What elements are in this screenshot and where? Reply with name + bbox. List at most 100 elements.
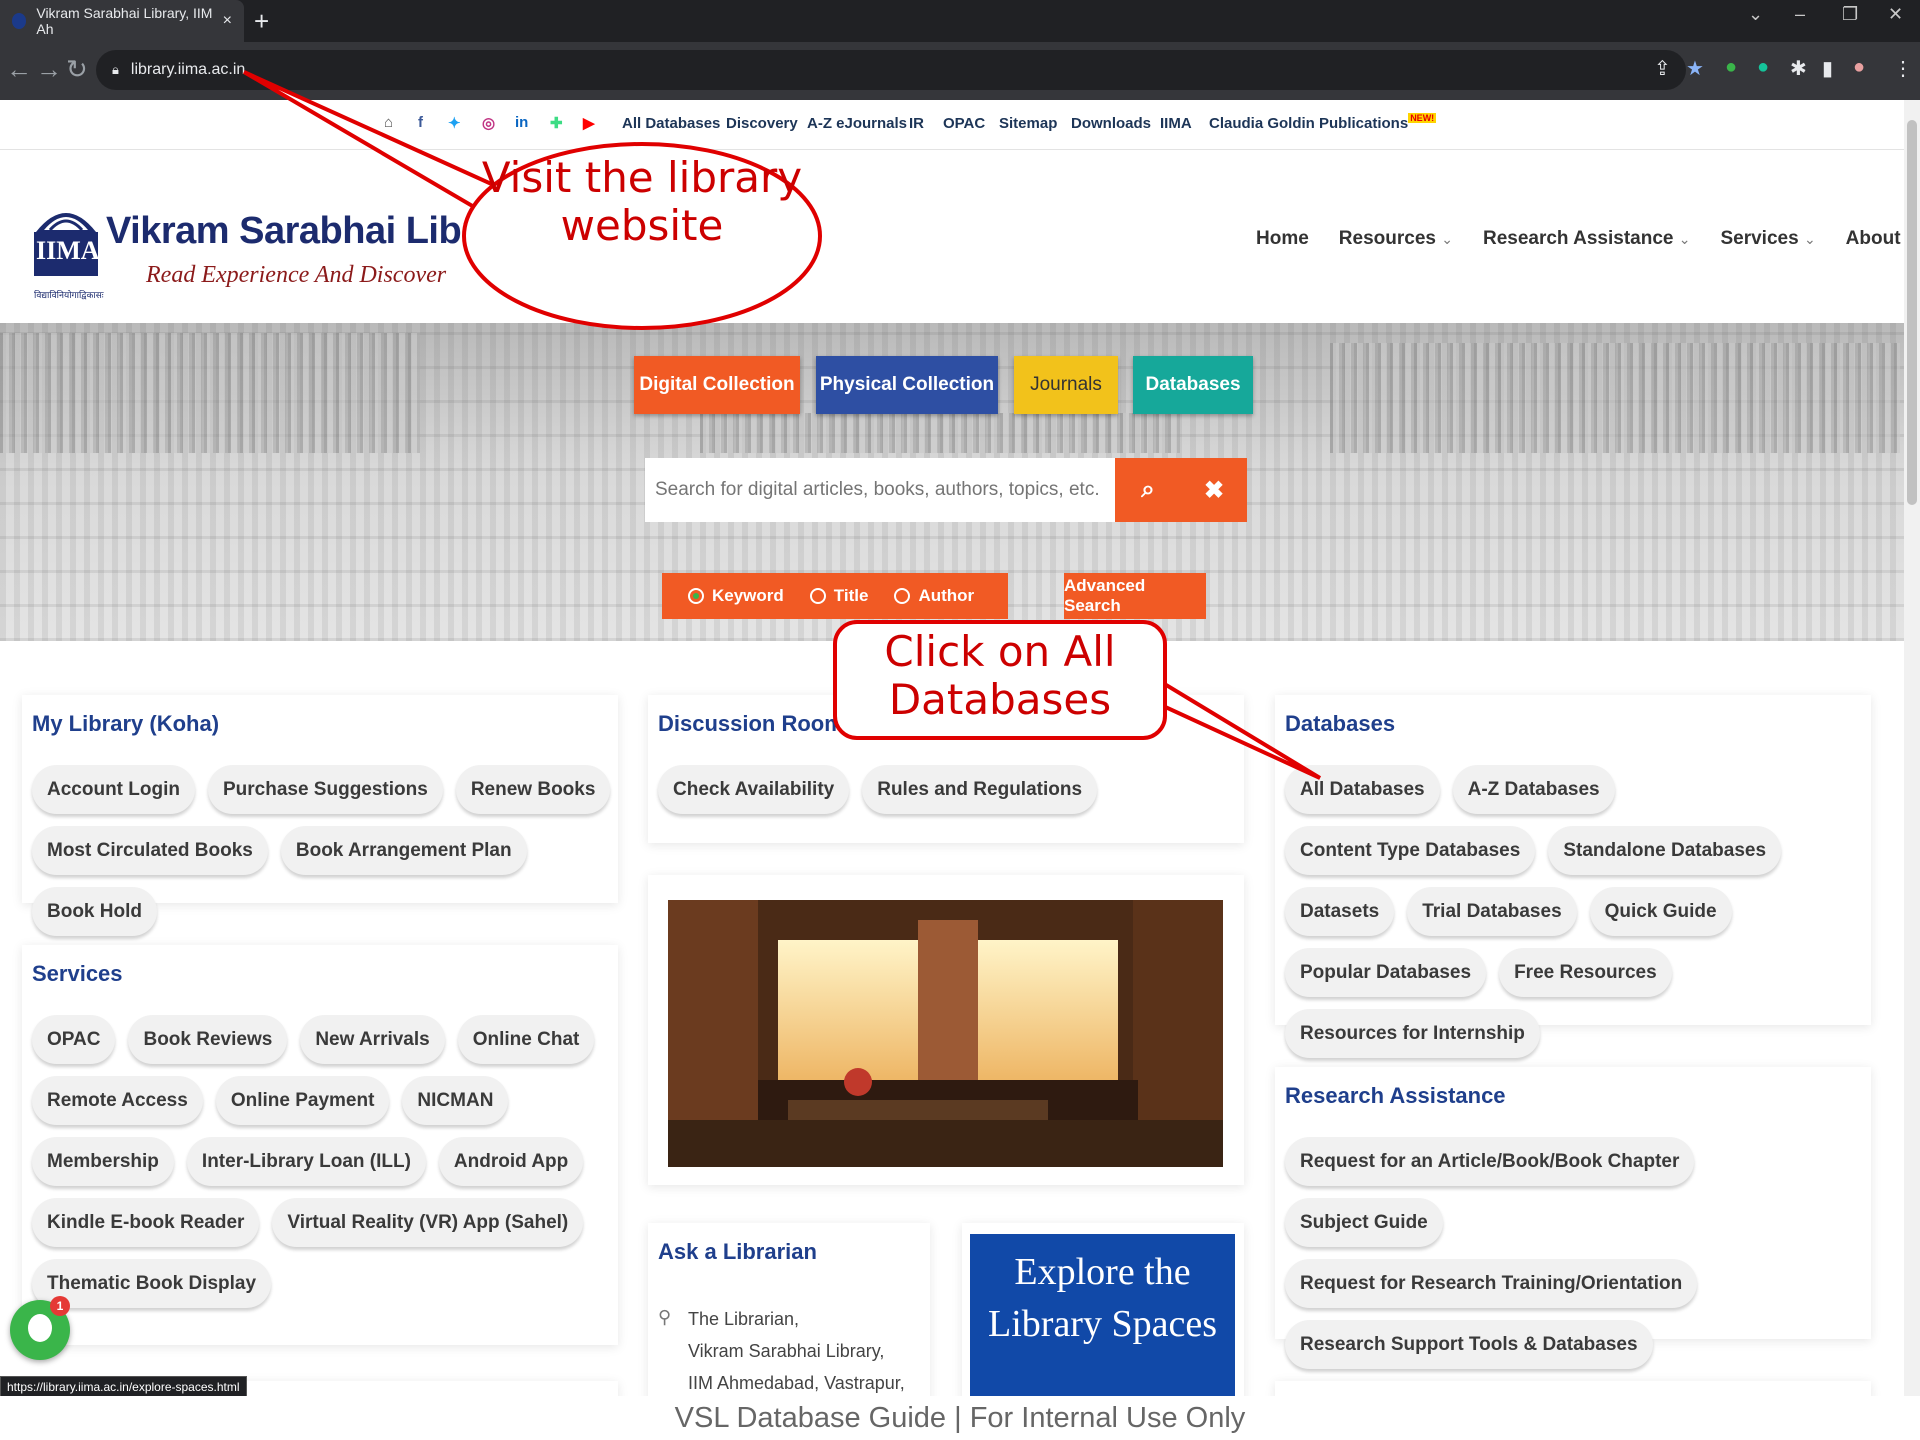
chip-check-availability[interactable]: Check Availability	[658, 765, 850, 814]
chip-online-chat[interactable]: Online Chat	[457, 1015, 595, 1064]
toplink-ir[interactable]: IR	[909, 115, 924, 132]
radio-author[interactable]: Author	[894, 586, 974, 606]
radio-keyword[interactable]: Keyword	[688, 586, 784, 606]
chip-standalone-databases[interactable]: Standalone Databases	[1548, 826, 1782, 875]
close-window-button[interactable]: ✕	[1888, 4, 1903, 25]
search-input[interactable]	[655, 479, 1115, 501]
chip-all-databases[interactable]: All Databases	[1285, 765, 1440, 814]
chip-new-arrivals[interactable]: New Arrivals	[300, 1015, 445, 1064]
toplink-claudia-goldin[interactable]: Claudia Goldin Publications NEW!	[1209, 113, 1437, 132]
toplink-downloads[interactable]: Downloads	[1071, 115, 1151, 132]
reload-icon[interactable]: ↻	[66, 54, 88, 85]
toplink-az-ejournals[interactable]: A-Z eJournals	[807, 115, 907, 132]
back-icon[interactable]: ←	[6, 54, 32, 85]
toplink-all-databases[interactable]: All Databases	[622, 115, 720, 132]
chip-quick-guide[interactable]: Quick Guide	[1589, 887, 1732, 936]
chip-content-type-databases[interactable]: Content Type Databases	[1285, 826, 1536, 875]
chip-online-payment[interactable]: Online Payment	[215, 1076, 390, 1125]
nav-resources[interactable]: Resources ⌄	[1339, 228, 1453, 250]
chip-free-resources[interactable]: Free Resources	[1499, 948, 1672, 997]
chip-subject-guide[interactable]: Subject Guide	[1285, 1198, 1443, 1247]
radio-selected-icon	[688, 588, 704, 604]
share-icon[interactable]: ⇪	[1654, 56, 1671, 81]
chip-datasets[interactable]: Datasets	[1285, 887, 1395, 936]
twitter-icon[interactable]: ✦	[448, 114, 461, 132]
nav-services-label: Services	[1720, 228, 1799, 249]
chip-popular-databases[interactable]: Popular Databases	[1285, 948, 1487, 997]
radio-author-label: Author	[918, 586, 975, 605]
linkedin-icon[interactable]: in	[515, 114, 528, 131]
chip-renew-books[interactable]: Renew Books	[455, 765, 611, 814]
profile-avatar[interactable]: ●	[1853, 56, 1865, 79]
chevron-down-icon: ⌄	[1441, 231, 1453, 247]
chip-book-hold[interactable]: Book Hold	[32, 887, 157, 936]
chip-research-support-tools[interactable]: Research Support Tools & Databases	[1285, 1320, 1653, 1369]
clear-search-button[interactable]: ✖	[1181, 458, 1247, 522]
chip-vr-app-sahel[interactable]: Virtual Reality (VR) App (Sahel)	[272, 1198, 584, 1247]
chip-research-training[interactable]: Request for Research Training/Orientatio…	[1285, 1259, 1698, 1308]
databases-button[interactable]: Databases	[1133, 356, 1253, 414]
chip-nicman[interactable]: NICMAN	[402, 1076, 509, 1125]
chip-opac[interactable]: OPAC	[32, 1015, 116, 1064]
page-scrollbar[interactable]	[1904, 100, 1920, 1396]
chip-az-databases[interactable]: A-Z Databases	[1452, 765, 1615, 814]
radio-title[interactable]: Title	[809, 586, 868, 606]
iima-emblem-icon	[34, 213, 98, 276]
databases-card: Databases All Databases A-Z Databases Co…	[1275, 695, 1871, 1058]
chip-most-circulated-books[interactable]: Most Circulated Books	[32, 826, 268, 875]
scrollbar-thumb[interactable]	[1907, 120, 1917, 505]
digital-collection-button[interactable]: Digital Collection	[634, 356, 800, 414]
chip-book-reviews[interactable]: Book Reviews	[128, 1015, 288, 1064]
address-bar[interactable]: 🔒︎ library.iima.ac.in	[96, 50, 1686, 90]
menu-kebab-icon[interactable]: ⋮	[1893, 56, 1913, 81]
databases-title: Databases	[1285, 711, 1396, 736]
hero-bookshelf-image	[1330, 343, 1900, 453]
person-icon: ⚲	[658, 1307, 672, 1327]
instagram-icon[interactable]: ◎	[482, 114, 495, 132]
advanced-search-button[interactable]: Advanced Search	[1064, 573, 1206, 619]
home-social-icon[interactable]: ⌂	[384, 114, 393, 131]
nav-about[interactable]: About ⌄	[1846, 228, 1904, 250]
minimize-button[interactable]: –	[1795, 4, 1805, 25]
maximize-button[interactable]: ❐	[1842, 4, 1858, 25]
chip-account-login[interactable]: Account Login	[32, 765, 195, 814]
guide-footer-caption: VSL Database Guide | For Internal Use On…	[0, 1396, 1920, 1440]
chip-rules-and-regulations[interactable]: Rules and Regulations	[862, 765, 1098, 814]
side-panel-icon[interactable]: ▮	[1822, 56, 1833, 81]
forward-icon[interactable]: →	[36, 54, 62, 85]
grammarly-icon[interactable]: ●	[1757, 56, 1769, 79]
chip-inter-library-loan[interactable]: Inter-Library Loan (ILL)	[186, 1137, 426, 1186]
bookmark-star-icon[interactable]: ★	[1686, 56, 1704, 81]
nav-research-assistance[interactable]: Research Assistance ⌄	[1483, 228, 1690, 250]
chip-book-arrangement-plan[interactable]: Book Arrangement Plan	[280, 826, 527, 875]
extension-icon[interactable]: ●	[1725, 56, 1737, 79]
new-tab-button[interactable]: +	[254, 6, 269, 37]
status-bar-url: https://library.iima.ac.in/explore-space…	[0, 1376, 247, 1398]
chip-resources-for-internship[interactable]: Resources for Internship	[1285, 1009, 1540, 1058]
toplink-discovery[interactable]: Discovery	[726, 115, 798, 132]
nav-home[interactable]: Home	[1256, 228, 1309, 250]
chip-android-app[interactable]: Android App	[438, 1137, 584, 1186]
journals-button[interactable]: Journals	[1014, 356, 1118, 414]
chip-purchase-suggestions[interactable]: Purchase Suggestions	[207, 765, 443, 814]
search-button[interactable]: ⌕	[1115, 458, 1181, 522]
android-icon[interactable]: ✚	[550, 114, 563, 132]
facebook-icon[interactable]: f	[418, 114, 423, 131]
library-reading-room-photo[interactable]	[668, 900, 1223, 1167]
extensions-puzzle-icon[interactable]: ✱	[1790, 56, 1807, 81]
toplink-opac[interactable]: OPAC	[943, 115, 985, 132]
explore-library-spaces-banner[interactable]: Explore the Library Spaces	[970, 1234, 1235, 1396]
chip-remote-access[interactable]: Remote Access	[32, 1076, 203, 1125]
tab-search-icon[interactable]: ⌄	[1748, 4, 1763, 25]
toplink-iima[interactable]: IIMA	[1160, 115, 1192, 132]
chip-trial-databases[interactable]: Trial Databases	[1407, 887, 1577, 936]
tab-close-icon[interactable]: ×	[223, 12, 232, 30]
chip-kindle-ebook-reader[interactable]: Kindle E-book Reader	[32, 1198, 260, 1247]
toplink-sitemap[interactable]: Sitemap	[999, 115, 1057, 132]
youtube-icon[interactable]: ▶	[583, 114, 595, 132]
chip-membership[interactable]: Membership	[32, 1137, 174, 1186]
chip-request-article[interactable]: Request for an Article/Book/Book Chapter	[1285, 1137, 1695, 1186]
browser-tab[interactable]: Vikram Sarabhai Library, IIM Ah ×	[0, 0, 244, 42]
physical-collection-button[interactable]: Physical Collection	[816, 356, 998, 414]
nav-services[interactable]: Services ⌄	[1720, 228, 1815, 250]
